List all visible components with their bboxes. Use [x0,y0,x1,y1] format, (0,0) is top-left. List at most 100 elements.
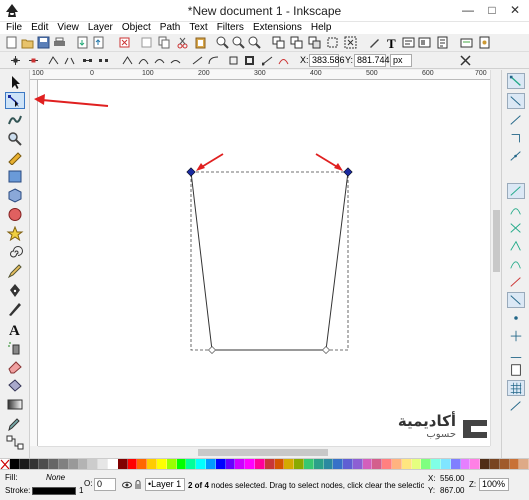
stroke-width-value[interactable]: 1 [79,486,83,495]
snap-bbox-edge-toggle[interactable] [507,112,525,128]
segment-curve-icon[interactable] [208,55,219,66]
redo-icon[interactable] [140,36,153,49]
selector-tool[interactable] [5,74,25,91]
menu-text[interactable]: Text [189,22,207,34]
open-folder-icon[interactable] [21,36,34,49]
join-nodes-icon[interactable] [48,55,59,66]
menu-file[interactable]: File [6,22,22,34]
pencil-tool[interactable] [5,263,25,280]
join-segment-icon[interactable] [82,55,93,66]
import-icon[interactable] [76,36,89,49]
menu-object[interactable]: Object [122,22,151,34]
x-coordinate-input[interactable]: 383.586 [309,54,345,67]
export-icon[interactable] [92,36,105,49]
segment-line-icon[interactable] [192,55,203,66]
node-bottom-right[interactable] [321,345,331,355]
snap-text-baseline-toggle[interactable] [507,346,525,362]
node-bottom-left[interactable] [207,345,217,355]
menu-view[interactable]: View [57,22,79,34]
stroke-swatch[interactable] [32,487,76,495]
zoom-tool[interactable] [5,130,25,147]
vertical-scroll-thumb[interactable] [493,210,500,272]
snap-others-toggle[interactable] [507,292,525,308]
menu-help[interactable]: Help [311,22,332,34]
document-properties-icon[interactable] [478,36,491,49]
snap-toggle-icon[interactable] [460,55,471,66]
selected-node-left[interactable] [186,167,196,177]
object-properties-icon[interactable] [436,36,449,49]
maximize-button[interactable]: □ [482,0,502,20]
vertical-scrollbar[interactable] [490,70,501,446]
eraser-tool[interactable] [5,358,25,375]
break-path-icon[interactable] [64,55,75,66]
snap-centers-toggle[interactable] [507,310,525,326]
object-to-path-icon[interactable] [228,55,239,66]
tweak-tool[interactable] [5,111,25,128]
fill-value[interactable]: None [46,473,65,482]
ellipse-tool[interactable] [5,206,25,223]
snap-grid-toggle[interactable] [507,380,525,396]
xml-editor-icon[interactable] [402,36,415,49]
cup-path[interactable] [190,171,349,351]
current-layer-select[interactable]: •Layer 1 [145,478,185,491]
node-auto-smooth-icon[interactable] [170,55,181,66]
snap-bbox-corner-toggle[interactable] [507,130,525,146]
dropper-tool[interactable] [5,415,25,432]
save-icon[interactable] [37,36,50,49]
pen-tool[interactable] [5,282,25,299]
horizontal-scroll-thumb[interactable] [198,449,328,456]
snap-bbox-toggle[interactable] [507,93,525,109]
snap-cusp-nodes-toggle[interactable] [507,238,525,254]
stroke-to-path-icon[interactable] [244,55,255,66]
y-coordinate-input[interactable]: 881.744 [354,54,390,67]
insert-node-icon[interactable] [10,55,21,66]
menu-edit[interactable]: Edit [31,22,48,34]
duplicate-icon[interactable] [272,36,285,49]
no-paint-swatch[interactable] [0,459,10,470]
delete-node-icon[interactable] [28,55,39,66]
snap-intersections-toggle[interactable] [507,220,525,236]
snap-rotation-center-toggle[interactable] [507,328,525,344]
show-path-outline-icon[interactable] [278,55,289,66]
spiral-tool[interactable] [5,244,25,261]
drawing-canvas[interactable] [38,80,490,446]
minimize-button[interactable]: — [458,0,478,20]
unlink-clone-icon[interactable] [308,36,321,49]
gradient-tool[interactable] [5,396,25,413]
selected-node-right[interactable] [343,167,353,177]
copy-icon[interactable] [158,36,171,49]
snap-bbox-midpoint-toggle[interactable] [507,148,525,164]
text-tool[interactable]: A [5,320,25,337]
menu-extensions[interactable]: Extensions [253,22,302,34]
snap-guides-toggle[interactable] [507,398,525,414]
show-handles-icon[interactable] [262,55,273,66]
rectangle-tool[interactable] [5,168,25,185]
vertical-ruler[interactable] [30,80,38,446]
delete-segment-icon[interactable] [98,55,109,66]
horizontal-scrollbar[interactable] [38,446,490,457]
node-symmetric-icon[interactable] [154,55,165,66]
calligraphy-tool[interactable] [5,301,25,318]
snap-paths-toggle[interactable] [507,202,525,218]
snap-nodes-toggle[interactable] [507,183,525,199]
close-button[interactable]: ✕ [505,0,525,20]
3d-box-tool[interactable] [5,187,25,204]
zoom-input[interactable]: 100% [479,478,509,491]
connector-tool[interactable] [5,434,25,451]
zoom-selection-icon[interactable] [216,36,229,49]
snap-page-border-toggle[interactable] [507,362,525,378]
zoom-drawing-icon[interactable] [232,36,245,49]
snap-enable-toggle[interactable] [507,73,525,89]
clone-icon[interactable] [290,36,303,49]
text-font-icon[interactable]: T [386,36,399,49]
snap-line-midpoints-toggle[interactable] [507,274,525,290]
paint-bucket-tool[interactable] [5,377,25,394]
snap-smooth-nodes-toggle[interactable] [507,256,525,272]
opacity-input[interactable]: 0 [94,478,116,491]
spray-tool[interactable] [5,339,25,356]
node-cusp-icon[interactable] [122,55,133,66]
horizontal-ruler[interactable]: 100 0 100 200 300 400 500 600 700 [30,70,490,80]
measure-tool[interactable] [5,149,25,166]
preferences-icon[interactable] [460,36,473,49]
eye-visibility-icon[interactable] [122,480,132,490]
